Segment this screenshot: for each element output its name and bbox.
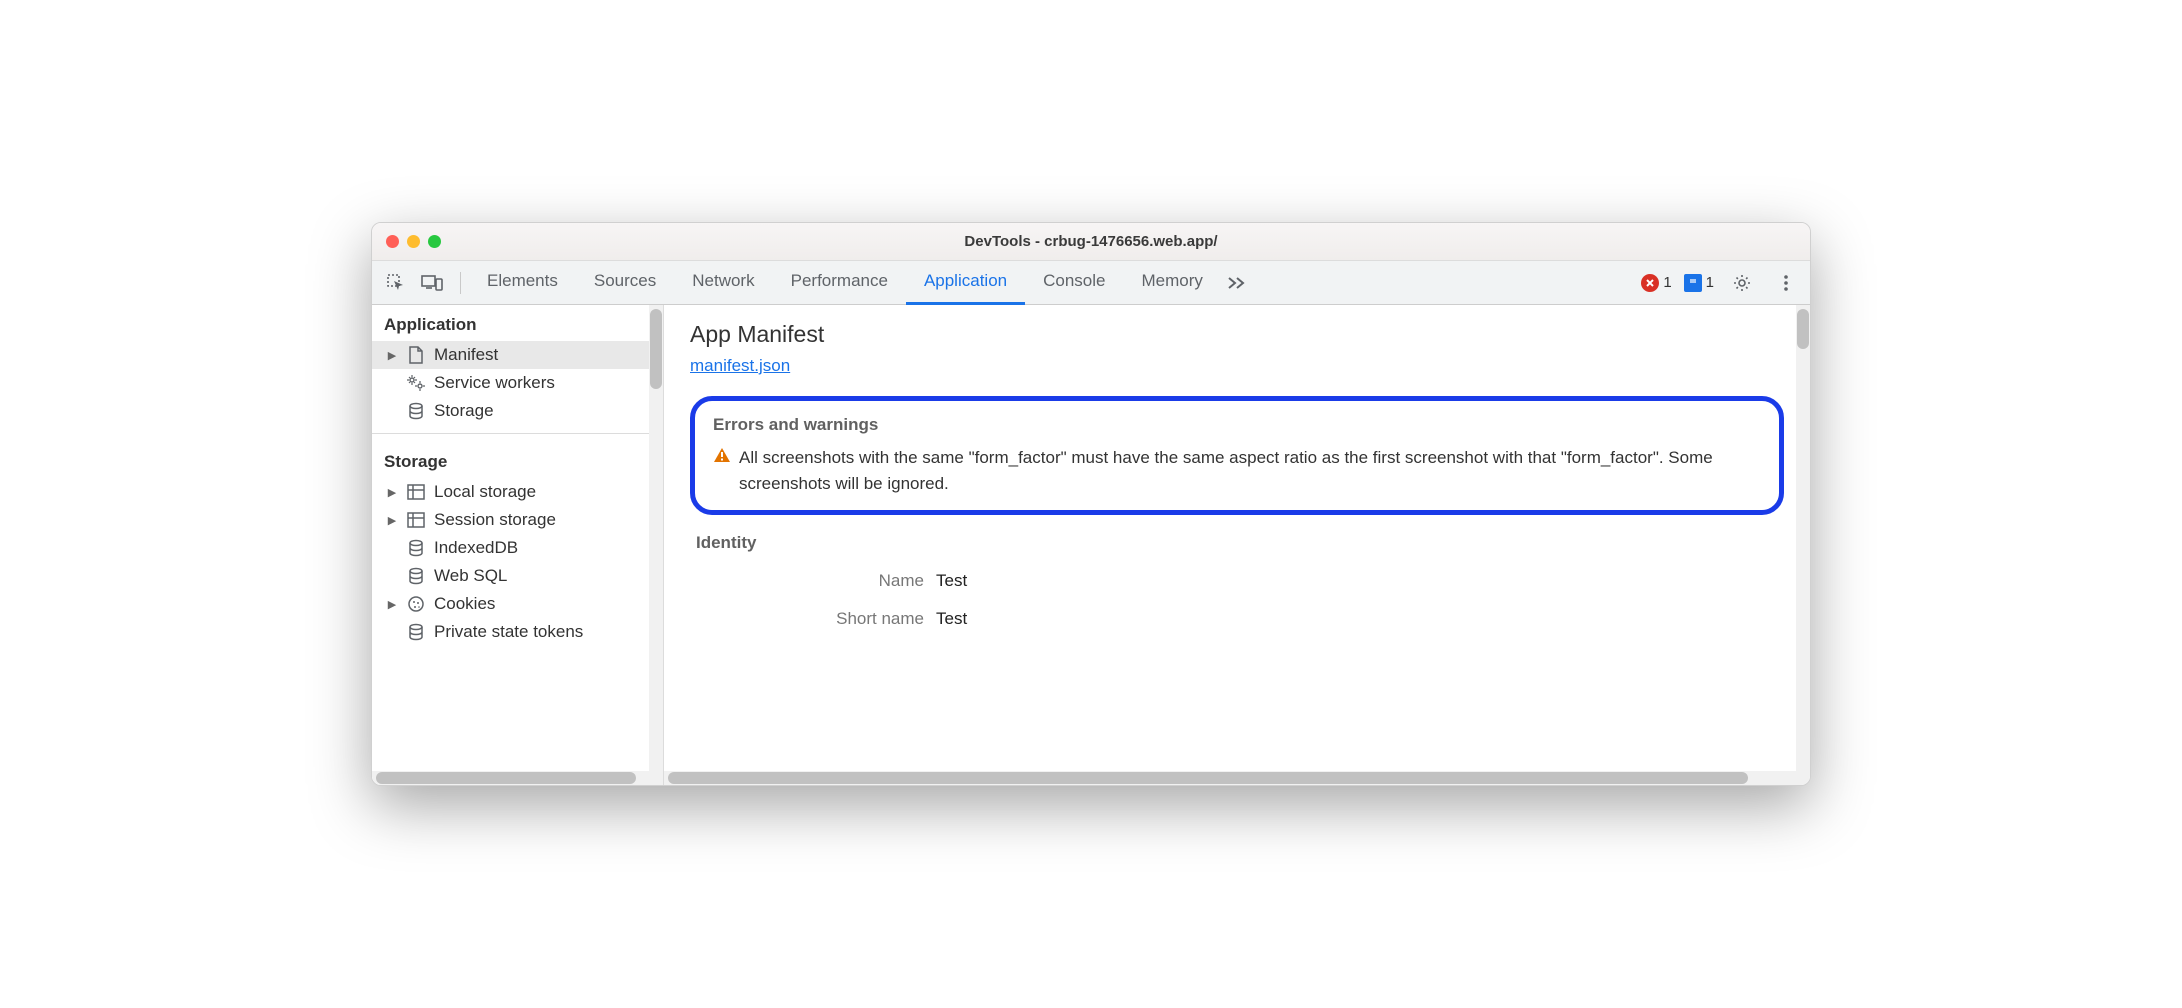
sidebar-section-application: Application <box>372 305 663 341</box>
tab-performance[interactable]: Performance <box>773 261 906 305</box>
warning-row: All screenshots with the same "form_fact… <box>713 445 1761 496</box>
table-icon <box>406 510 426 530</box>
issues-badge[interactable]: 1 <box>1684 274 1714 292</box>
sidebar-item-manifest[interactable]: ▶ Manifest <box>372 341 663 369</box>
more-tabs-icon[interactable] <box>1221 276 1253 290</box>
identity-row-short-name: Short name Test <box>696 609 1778 629</box>
expand-arrow-icon: ▶ <box>386 486 398 499</box>
errors-badge[interactable]: 1 <box>1641 274 1671 292</box>
identity-value: Test <box>936 609 967 629</box>
panel-tabs: Elements Sources Network Performance App… <box>469 261 1253 305</box>
sidebar-item-service-workers[interactable]: Service workers <box>372 369 663 397</box>
sidebar-item-label: Session storage <box>434 510 556 530</box>
toolbar-divider <box>460 272 461 294</box>
sidebar-item-cookies[interactable]: ▶ Cookies <box>372 590 663 618</box>
sidebar-item-storage[interactable]: Storage <box>372 397 663 425</box>
identity-row-name: Name Test <box>696 571 1778 591</box>
sidebar-scrollbar-thumb[interactable] <box>650 309 662 389</box>
tab-application[interactable]: Application <box>906 261 1025 305</box>
gears-icon <box>406 373 426 393</box>
traffic-lights <box>386 235 441 248</box>
table-icon <box>406 482 426 502</box>
sidebar-item-label: Manifest <box>434 345 498 365</box>
sidebar-horizontal-scrollbar[interactable] <box>372 771 649 785</box>
identity-title: Identity <box>696 533 1778 553</box>
sidebar-item-session-storage[interactable]: ▶ Session storage <box>372 506 663 534</box>
issue-icon <box>1684 274 1702 292</box>
window-title: DevTools - crbug-1476656.web.app/ <box>964 233 1217 250</box>
main-panel: App Manifest manifest.json Errors and wa… <box>664 305 1810 785</box>
sidebar-item-label: IndexedDB <box>434 538 518 558</box>
expand-arrow-icon: ▶ <box>386 514 398 527</box>
sidebar-item-label: Local storage <box>434 482 536 502</box>
sidebar-item-local-storage[interactable]: ▶ Local storage <box>372 478 663 506</box>
sidebar-section-storage: Storage <box>372 442 663 478</box>
main-horizontal-scrollbar[interactable] <box>664 771 1796 785</box>
sidebar-item-label: Cookies <box>434 594 495 614</box>
issue-count: 1 <box>1706 274 1714 291</box>
tab-memory[interactable]: Memory <box>1123 261 1220 305</box>
error-icon <box>1641 274 1659 292</box>
sidebar-divider <box>372 433 663 434</box>
sidebar-item-private-state-tokens[interactable]: Private state tokens <box>372 618 663 646</box>
application-sidebar: Application ▶ Manifest Service workers <box>372 305 664 785</box>
close-window-button[interactable] <box>386 235 399 248</box>
tab-network[interactable]: Network <box>674 261 772 305</box>
sidebar-scrollbar[interactable] <box>649 305 663 785</box>
sidebar-item-indexeddb[interactable]: IndexedDB <box>372 534 663 562</box>
warning-text: All screenshots with the same "form_fact… <box>739 445 1761 496</box>
device-toolbar-icon[interactable] <box>416 267 448 299</box>
tab-elements[interactable]: Elements <box>469 261 576 305</box>
expand-arrow-icon: ▶ <box>386 349 398 362</box>
expand-arrow-icon: ▶ <box>386 598 398 611</box>
warning-icon <box>713 447 731 463</box>
cookie-icon <box>406 594 426 614</box>
main-scrollbar[interactable] <box>1796 305 1810 785</box>
identity-value: Test <box>936 571 967 591</box>
kebab-menu-icon[interactable] <box>1770 267 1802 299</box>
devtools-window: DevTools - crbug-1476656.web.app/ Elemen… <box>371 222 1811 786</box>
database-icon <box>406 538 426 558</box>
identity-section: Identity Name Test Short name Test <box>690 533 1784 629</box>
sidebar-item-label: Private state tokens <box>434 622 583 642</box>
main-toolbar: Elements Sources Network Performance App… <box>372 261 1810 305</box>
minimize-window-button[interactable] <box>407 235 420 248</box>
page-title: App Manifest <box>690 321 1784 348</box>
manifest-link[interactable]: manifest.json <box>690 356 790 375</box>
identity-key: Short name <box>696 609 936 629</box>
main-scrollbar-thumb[interactable] <box>1797 309 1809 349</box>
sidebar-item-label: Web SQL <box>434 566 507 586</box>
titlebar: DevTools - crbug-1476656.web.app/ <box>372 223 1810 261</box>
tab-sources[interactable]: Sources <box>576 261 674 305</box>
errors-warnings-title: Errors and warnings <box>713 415 1761 435</box>
tab-console[interactable]: Console <box>1025 261 1123 305</box>
settings-icon[interactable] <box>1726 267 1758 299</box>
identity-key: Name <box>696 571 936 591</box>
sidebar-horizontal-scrollbar-thumb[interactable] <box>376 772 636 784</box>
inspect-element-icon[interactable] <box>380 267 412 299</box>
sidebar-item-label: Storage <box>434 401 494 421</box>
errors-warnings-callout: Errors and warnings All screenshots with… <box>690 396 1784 515</box>
database-icon <box>406 401 426 421</box>
sidebar-item-web-sql[interactable]: Web SQL <box>372 562 663 590</box>
database-icon <box>406 622 426 642</box>
database-icon <box>406 566 426 586</box>
error-count: 1 <box>1663 274 1671 291</box>
file-icon <box>406 345 426 365</box>
zoom-window-button[interactable] <box>428 235 441 248</box>
main-horizontal-scrollbar-thumb[interactable] <box>668 772 1748 784</box>
sidebar-item-label: Service workers <box>434 373 555 393</box>
